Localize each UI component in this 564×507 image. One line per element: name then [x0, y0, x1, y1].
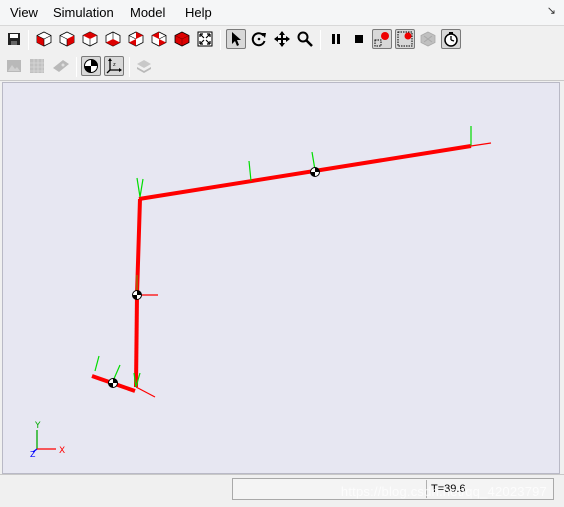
menu-model[interactable]: Model	[130, 5, 165, 20]
menu-bar: View Simulation Model Help ↘	[0, 0, 564, 26]
timer-icon[interactable]	[441, 29, 461, 49]
step-disabled-icon[interactable]	[418, 29, 438, 49]
frame-3	[136, 177, 144, 198]
menu-help[interactable]: Help	[185, 5, 212, 20]
select-pointer-icon[interactable]	[226, 29, 246, 49]
stop-icon[interactable]	[349, 29, 369, 49]
watermark: https://blog.csdn.net/qq_42023797	[340, 484, 547, 499]
robot-links	[91, 144, 472, 393]
display-toolbar: z	[0, 53, 564, 81]
center-of-mass-icon[interactable]	[81, 56, 101, 76]
com-marker[interactable]	[310, 167, 320, 177]
com-marker[interactable]	[108, 378, 118, 388]
record-frames-icon[interactable]	[395, 29, 415, 49]
grid-icon[interactable]	[27, 56, 47, 76]
save-icon[interactable]	[4, 29, 24, 49]
snapshot-icon[interactable]	[4, 56, 24, 76]
view-left-icon[interactable]	[80, 29, 100, 49]
frame-1	[248, 160, 252, 182]
scene-canvas: Y X Z	[30, 126, 492, 459]
axis-y-label: Y	[34, 421, 41, 431]
view-iso-icon[interactable]	[172, 29, 192, 49]
view-bottom-icon[interactable]	[149, 29, 169, 49]
view-back-icon[interactable]	[57, 29, 77, 49]
view-right-icon[interactable]	[103, 29, 123, 49]
axis-z-label: Z	[30, 450, 36, 459]
rotate-icon[interactable]	[249, 29, 269, 49]
view-front-icon[interactable]	[34, 29, 54, 49]
world-axes: Y X Z	[30, 421, 65, 459]
zoom-icon[interactable]	[295, 29, 315, 49]
com-marker[interactable]	[132, 290, 142, 300]
status-field: T=39.6 https://blog.csdn.net/qq_42023797	[232, 478, 554, 500]
main-toolbar	[0, 26, 564, 53]
fit-view-icon[interactable]	[195, 29, 215, 49]
texture-icon[interactable]	[50, 56, 72, 76]
pan-icon[interactable]	[272, 29, 292, 49]
menu-view[interactable]: View	[10, 5, 38, 20]
layers-icon[interactable]	[134, 56, 154, 76]
pause-icon[interactable]	[326, 29, 346, 49]
menu-simulation[interactable]: Simulation	[53, 5, 114, 20]
status-bar: T=39.6 https://blog.csdn.net/qq_42023797	[0, 474, 564, 507]
axis-x-label: X	[59, 446, 65, 456]
axes-icon[interactable]: z	[104, 56, 124, 76]
svg-text:z: z	[113, 62, 116, 68]
frame-5	[94, 355, 156, 398]
record-icon[interactable]	[372, 29, 392, 49]
simulation-viewport[interactable]: Y X Z	[2, 82, 560, 474]
frame-0	[470, 126, 492, 147]
restore-window-icon[interactable]: ↘	[547, 4, 556, 17]
view-top-icon[interactable]	[126, 29, 146, 49]
